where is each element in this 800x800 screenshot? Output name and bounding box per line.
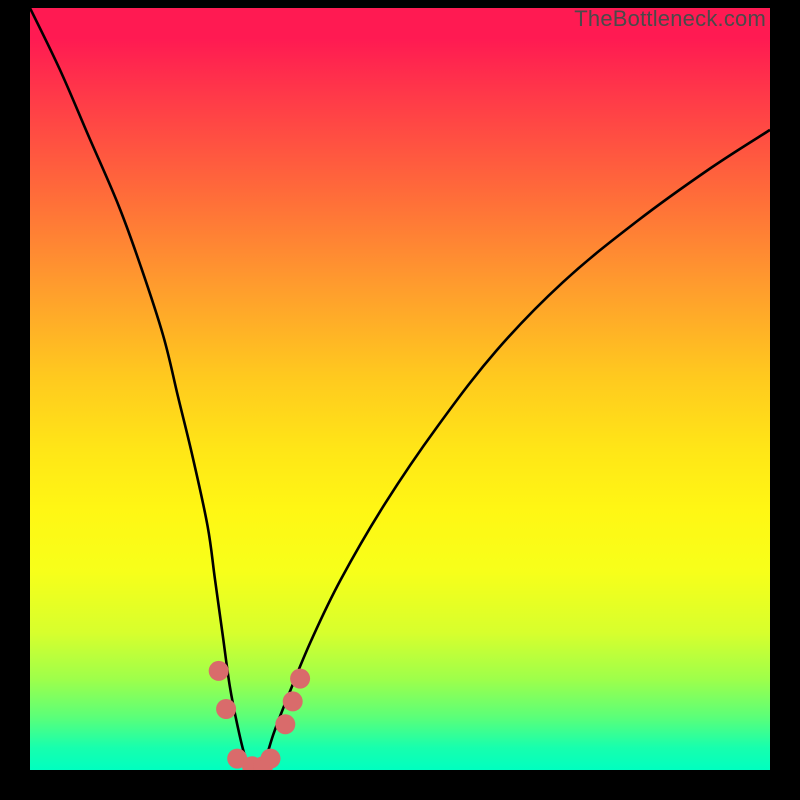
marker-dot xyxy=(283,691,303,711)
chart-frame: TheBottleneck.com xyxy=(0,0,800,800)
marker-dot xyxy=(216,699,236,719)
bottleneck-curve xyxy=(30,8,770,770)
highlight-points xyxy=(209,661,310,770)
marker-dot xyxy=(261,749,281,769)
marker-dot xyxy=(290,669,310,689)
marker-dot xyxy=(275,714,295,734)
marker-dot xyxy=(209,661,229,681)
plot-area xyxy=(30,8,770,770)
chart-svg xyxy=(30,8,770,770)
